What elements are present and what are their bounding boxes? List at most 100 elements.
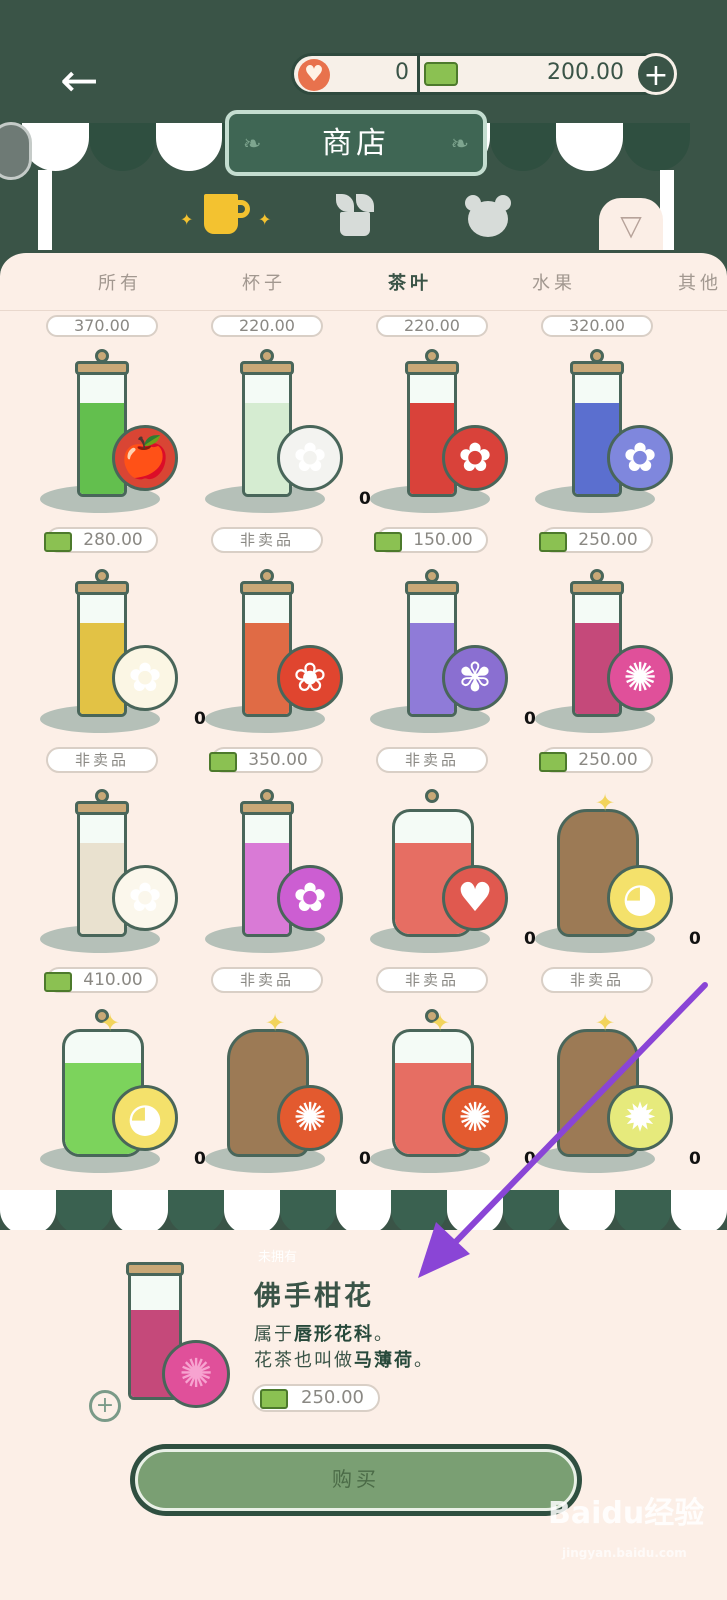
- sparkle-icon: ✦: [595, 1009, 616, 1037]
- item-price: 250.00: [539, 527, 653, 553]
- sparkle-icon: ✦: [180, 210, 194, 229]
- shop-panel: 所有 杯子 茶叶 水果 其他 370.00 220.00 220.00 320.…: [0, 250, 727, 1190]
- flower-icon: ✿: [607, 425, 673, 491]
- tab-other[interactable]: 其他: [678, 269, 722, 295]
- item-price: 410.00: [44, 967, 158, 993]
- owned-quantity: 0: [689, 929, 701, 949]
- flower-icon: ✺: [607, 645, 673, 711]
- peek-price: 220.00: [376, 315, 488, 337]
- flower-icon: ✺: [277, 1085, 343, 1151]
- item-price: 350.00: [209, 747, 323, 773]
- shop-item[interactable]: ✿ 150.00: [370, 349, 535, 575]
- flower-icon: ◕: [112, 1085, 178, 1151]
- shop-item[interactable]: 🍎 280.00: [40, 349, 205, 575]
- item-name: 佛手柑花: [254, 1281, 374, 1312]
- awning-pole-left: [38, 170, 52, 250]
- currency-divider: [417, 56, 420, 92]
- baidu-watermark: Baidu经验 jingyan.baidu.com: [548, 1496, 705, 1560]
- category-tabs: 所有 杯子 茶叶 水果 其他: [0, 253, 727, 311]
- category-bear-icon[interactable]: [463, 193, 513, 239]
- ownership-tag: 未拥有: [258, 1250, 298, 1265]
- shop-item[interactable]: ✿ 0 非卖品: [40, 569, 206, 795]
- item-price: 非卖品: [211, 967, 323, 993]
- shop-title-banner: ❧ 商店 ❧: [225, 110, 487, 176]
- item-price: 280.00: [44, 527, 158, 553]
- sparkle-icon: ✦: [430, 1009, 451, 1037]
- flower-icon: ✿: [277, 425, 343, 491]
- tab-cups[interactable]: 杯子: [242, 269, 286, 295]
- shop-item[interactable]: ♥ 0 非卖品: [370, 789, 536, 1015]
- tab-tea[interactable]: 茶叶: [388, 269, 432, 295]
- flower-icon: ✿: [442, 425, 508, 491]
- cash-icon: [44, 532, 72, 552]
- item-price: 非卖品: [376, 967, 488, 993]
- tab-fruit[interactable]: 水果: [532, 269, 576, 295]
- shop-item[interactable]: ◕ 0 非卖品 ✦: [535, 789, 701, 1015]
- shop-item[interactable]: ✺ 0 ✦: [205, 1009, 371, 1190]
- flower-icon: ✹: [607, 1085, 673, 1151]
- filter-icon[interactable]: ▽: [599, 198, 663, 258]
- item-price: 250.00: [539, 747, 653, 773]
- cash-icon: [424, 62, 458, 86]
- sparkle-icon: ✦: [595, 789, 616, 817]
- shop-item[interactable]: ✿ 非卖品: [205, 789, 370, 1015]
- cash-icon: [539, 532, 567, 552]
- peek-price: 220.00: [211, 315, 323, 337]
- bergamot-flower-icon: ✺: [162, 1340, 230, 1408]
- sparkle-icon: ✦: [258, 210, 272, 229]
- back-arrow-icon[interactable]: ←: [60, 55, 110, 105]
- hearts-count: 0: [395, 60, 409, 85]
- money-balance: 200.00: [547, 60, 624, 85]
- tab-all[interactable]: 所有: [98, 269, 142, 295]
- flower-icon: ✾: [442, 645, 508, 711]
- cash-icon: [209, 752, 237, 772]
- sparkle-icon: ✦: [265, 1009, 286, 1037]
- shop-item[interactable]: ◕ 0 ✦: [40, 1009, 206, 1190]
- leaf-icon: ❧: [450, 132, 469, 157]
- item-price: 非卖品: [211, 527, 323, 553]
- buy-button-label: 购买: [135, 1449, 577, 1511]
- buy-button[interactable]: 购买: [130, 1444, 582, 1516]
- cash-icon: [374, 532, 402, 552]
- shop-item[interactable]: ✿ 0 非卖品: [205, 349, 371, 575]
- cup-icon: [204, 194, 238, 234]
- item-description: 属于唇形花科。 花茶也叫做马薄荷。: [254, 1324, 434, 1371]
- shop-title: 商店: [322, 126, 390, 161]
- cash-icon: [260, 1389, 288, 1409]
- add-money-button[interactable]: +: [635, 53, 677, 95]
- category-plant-icon[interactable]: [332, 192, 378, 238]
- shop-item[interactable]: ✺ 250.00: [535, 569, 700, 795]
- cash-icon: [539, 752, 567, 772]
- shop-item[interactable]: ✾ 0 非卖品: [370, 569, 536, 795]
- heart-icon: ♥: [298, 59, 330, 91]
- flower-icon: ❀: [277, 645, 343, 711]
- shop-item[interactable]: ✿ 250.00: [535, 349, 700, 575]
- flower-icon: ✿: [277, 865, 343, 931]
- flower-icon: ✺: [442, 1085, 508, 1151]
- item-price: 150.00: [374, 527, 488, 553]
- bottom-awning: [0, 1190, 727, 1234]
- flower-icon: ✿: [112, 865, 178, 931]
- currency-bar: ♥ 0 200.00 +: [291, 53, 677, 95]
- item-price: 非卖品: [541, 967, 653, 993]
- item-price: 非卖品: [376, 747, 488, 773]
- flower-icon: 🍎: [112, 425, 178, 491]
- zoom-in-icon[interactable]: +: [89, 1390, 121, 1422]
- category-cups-icon[interactable]: ✦ ✦: [180, 190, 272, 245]
- item-price: 250.00: [252, 1384, 380, 1412]
- flower-icon: ✿: [112, 645, 178, 711]
- shop-item[interactable]: ✺ 0 ✦: [370, 1009, 536, 1190]
- peek-price: 320.00: [541, 315, 653, 337]
- shop-item[interactable]: ✹ 0 ✦: [535, 1009, 701, 1190]
- item-price: 非卖品: [46, 747, 158, 773]
- shop-item[interactable]: ✿ 410.00: [40, 789, 205, 1015]
- sparkle-icon: ✦: [100, 1009, 121, 1037]
- item-grid: 370.00 220.00 220.00 320.00 🍎 280.00 ✿ 0 非卖品…: [0, 311, 727, 1190]
- shop-item[interactable]: ❀ 350.00: [205, 569, 370, 795]
- flower-icon: ◕: [607, 865, 673, 931]
- flower-icon: ♥: [442, 865, 508, 931]
- speaker-toggle[interactable]: [0, 122, 32, 180]
- cash-icon: [44, 972, 72, 992]
- peek-price: 370.00: [46, 315, 158, 337]
- owned-quantity: 0: [689, 1149, 701, 1169]
